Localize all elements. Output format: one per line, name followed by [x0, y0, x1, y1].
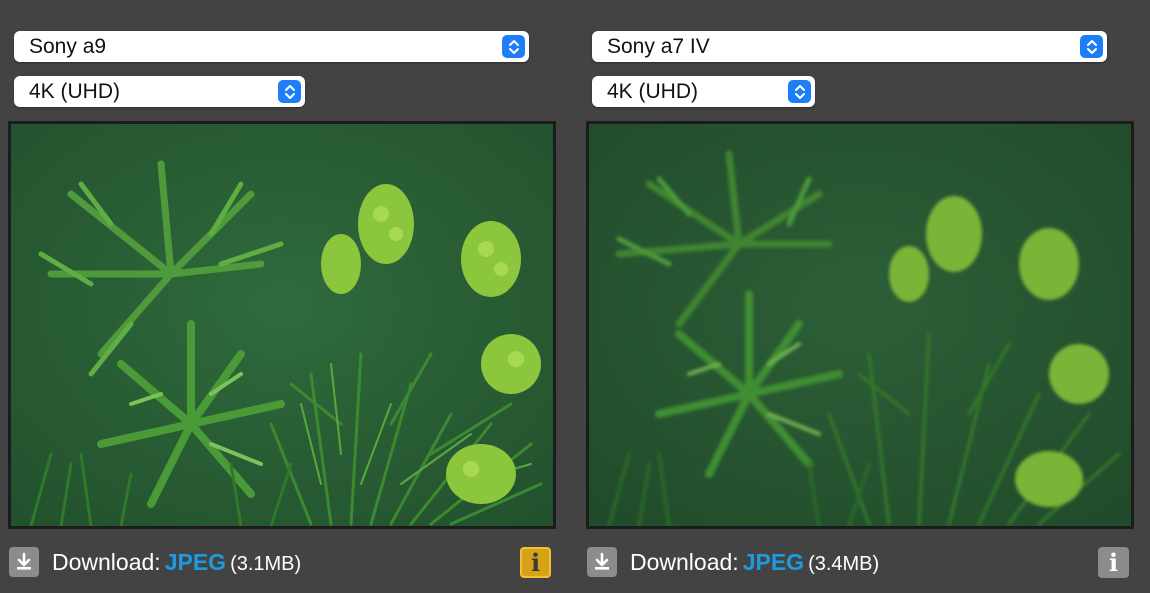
chevron-updown-icon [278, 80, 301, 103]
comparison-panel-right: Sony a7 IV 4K (UHD) Download: JPEG (3.4M… [586, 0, 1134, 593]
download-icon[interactable] [9, 547, 39, 577]
camera-select[interactable]: Sony a9 [14, 31, 529, 62]
download-label: Download: [52, 549, 161, 575]
sample-image-frame [8, 121, 556, 529]
sample-image-foliage[interactable] [11, 124, 553, 526]
chevron-updown-icon [502, 35, 525, 58]
jpeg-download-link[interactable]: JPEG [165, 549, 226, 575]
resolution-select[interactable]: 4K (UHD) [592, 76, 815, 107]
camera-select-value: Sony a7 IV [607, 35, 710, 58]
chevron-updown-icon [788, 80, 811, 103]
download-label: Download: [630, 549, 739, 575]
camera-select-value: Sony a9 [29, 35, 107, 58]
comparison-panel-left: Sony a9 4K (UHD) Download: JPEG (3.1MB) … [8, 0, 556, 593]
download-text: Download: JPEG (3.1MB) [52, 549, 301, 576]
jpeg-download-link[interactable]: JPEG [743, 549, 804, 575]
chevron-updown-icon [1080, 35, 1103, 58]
download-text: Download: JPEG (3.4MB) [630, 549, 879, 576]
download-row: Download: JPEG (3.1MB) i [8, 546, 556, 580]
download-icon[interactable] [587, 547, 617, 577]
resolution-select-value: 4K (UHD) [29, 80, 121, 103]
resolution-select-value: 4K (UHD) [607, 80, 699, 103]
camera-select[interactable]: Sony a7 IV [592, 31, 1107, 62]
sample-image-frame [586, 121, 1134, 529]
download-row: Download: JPEG (3.4MB) i [586, 546, 1134, 580]
info-icon[interactable]: i [520, 547, 551, 578]
info-icon[interactable]: i [1098, 547, 1129, 578]
file-size: (3.1MB) [230, 553, 302, 575]
file-size: (3.4MB) [808, 553, 880, 575]
resolution-select[interactable]: 4K (UHD) [14, 76, 305, 107]
sample-image-foliage[interactable] [589, 124, 1131, 526]
